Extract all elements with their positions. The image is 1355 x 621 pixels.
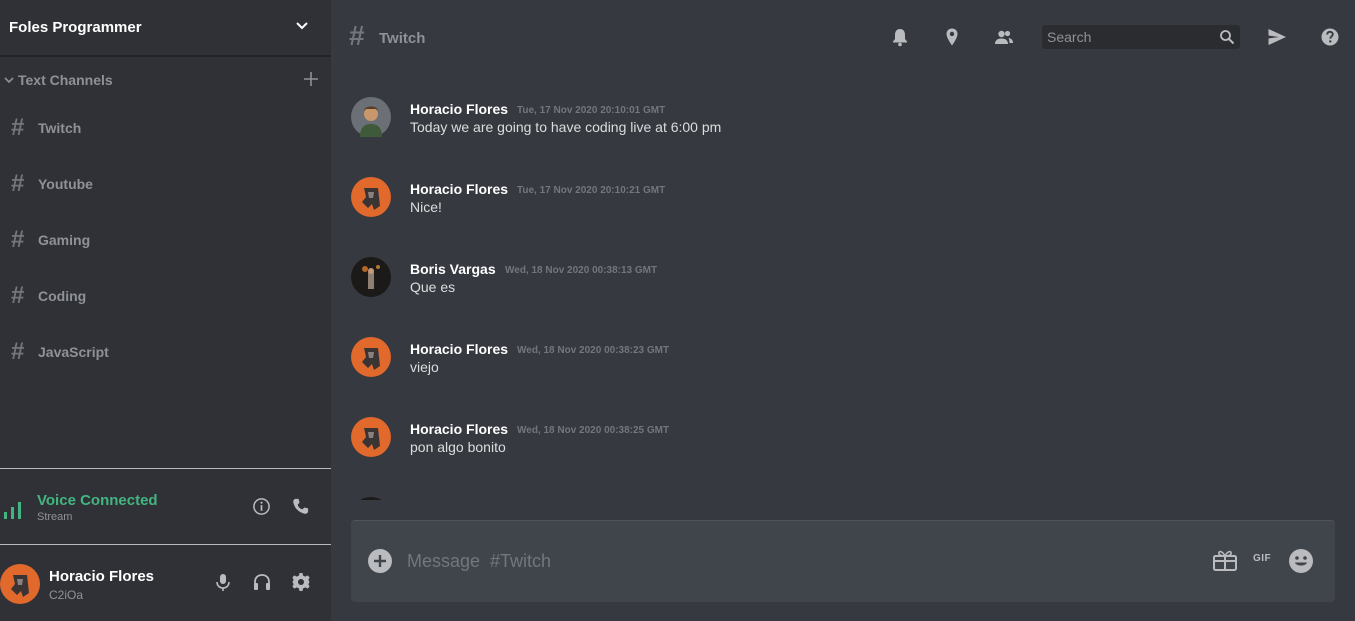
avatar[interactable] — [351, 337, 391, 377]
add-attachment-icon[interactable] — [367, 548, 393, 574]
hash-icon: # — [11, 282, 25, 309]
chat-area: # Twitch Search Horacio Flores Tue, 17 N… — [331, 0, 1355, 621]
bell-icon[interactable] — [890, 27, 910, 47]
channel-title: Twitch — [379, 30, 426, 47]
pin-icon[interactable] — [942, 27, 962, 47]
message-composer: GIF — [351, 520, 1335, 602]
microphone-icon[interactable] — [213, 572, 233, 592]
search-input[interactable] — [1042, 25, 1212, 49]
message-item: Horacio Flores Tue, 17 Nov 2020 20:10:01… — [351, 75, 1331, 137]
avatar[interactable] — [351, 97, 391, 137]
hash-icon: # — [11, 114, 25, 141]
chevron-down-icon — [4, 77, 14, 84]
username: Horacio Flores — [49, 568, 155, 585]
message-item: Horacio Flores Tue, 17 Nov 2020 20:10:21… — [351, 155, 1331, 217]
headphones-icon[interactable] — [252, 572, 272, 592]
channel-item-youtube[interactable]: # Youtube — [0, 164, 331, 204]
chevron-down-icon[interactable] — [295, 19, 309, 33]
message-text: Today we are going to have coding live a… — [410, 119, 722, 135]
voice-status-title: Voice Connected — [37, 492, 158, 509]
hash-icon: # — [349, 20, 365, 51]
phone-icon[interactable] — [291, 497, 310, 516]
gear-icon[interactable] — [291, 572, 311, 592]
signal-icon — [4, 502, 21, 519]
message-item — [351, 475, 1331, 500]
info-icon[interactable] — [252, 497, 271, 516]
channel-label: Coding — [38, 288, 87, 304]
message-input[interactable] — [407, 549, 1187, 573]
category-text-channels[interactable]: Text Channels — [0, 68, 331, 92]
user-tag: C2iOa — [49, 588, 84, 602]
help-icon[interactable] — [1320, 27, 1340, 47]
voice-channel-name[interactable]: Stream — [37, 511, 72, 523]
message-author[interactable]: Horacio Flores — [410, 101, 508, 117]
message-author[interactable]: Horacio Flores — [410, 341, 508, 357]
message-text: pon algo bonito — [410, 439, 506, 455]
voice-status-panel: Voice Connected Stream — [0, 468, 331, 545]
message-item: Boris Vargas Wed, 18 Nov 2020 00:38:13 G… — [351, 235, 1331, 297]
channel-label: Youtube — [38, 176, 93, 192]
server-name: Foles Programmer — [9, 19, 142, 36]
avatar[interactable] — [0, 564, 40, 604]
avatar[interactable] — [351, 177, 391, 217]
channel-item-gaming[interactable]: # Gaming — [0, 220, 331, 260]
channel-header: # Twitch — [331, 0, 1355, 75]
gift-icon[interactable] — [1212, 548, 1238, 572]
hash-icon: # — [11, 338, 25, 365]
server-header[interactable]: Foles Programmer — [0, 0, 331, 57]
message-timestamp: Wed, 18 Nov 2020 00:38:13 GMT — [505, 265, 658, 276]
emoji-icon[interactable] — [1288, 548, 1314, 574]
avatar[interactable] — [351, 497, 391, 500]
channel-label: Twitch — [38, 120, 82, 136]
message-item: Horacio Flores Wed, 18 Nov 2020 00:38:25… — [351, 395, 1331, 457]
message-timestamp: Tue, 17 Nov 2020 20:10:21 GMT — [517, 185, 666, 196]
hash-icon: # — [11, 170, 25, 197]
search-icon[interactable] — [1219, 29, 1235, 45]
message-author[interactable]: Boris Vargas — [410, 261, 496, 277]
avatar[interactable] — [351, 257, 391, 297]
hash-icon: # — [11, 226, 25, 253]
message-text: Que es — [410, 279, 456, 295]
avatar[interactable] — [351, 417, 391, 457]
plus-icon[interactable] — [303, 71, 319, 87]
members-icon[interactable] — [994, 27, 1014, 47]
message-list: Horacio Flores Tue, 17 Nov 2020 20:10:01… — [331, 75, 1355, 500]
send-icon[interactable] — [1267, 27, 1287, 47]
message-timestamp: Tue, 17 Nov 2020 20:10:01 GMT — [517, 105, 666, 116]
message-text: viejo — [410, 359, 439, 375]
message-timestamp: Wed, 18 Nov 2020 00:38:23 GMT — [517, 345, 670, 356]
message-author[interactable]: Horacio Flores — [410, 181, 508, 197]
message-text: Nice! — [410, 199, 442, 215]
channel-sidebar: Foles Programmer Text Channels # Twitch … — [0, 0, 331, 621]
message-timestamp: Wed, 18 Nov 2020 00:38:25 GMT — [517, 425, 670, 436]
channel-item-coding[interactable]: # Coding — [0, 276, 331, 316]
search-box — [1042, 25, 1240, 49]
channel-label: JavaScript — [38, 344, 109, 360]
channel-item-javascript[interactable]: # JavaScript — [0, 332, 331, 372]
message-item: Horacio Flores Wed, 18 Nov 2020 00:38:23… — [351, 315, 1331, 377]
message-author[interactable]: Horacio Flores — [410, 421, 508, 437]
category-label: Text Channels — [18, 72, 113, 88]
channel-item-twitch[interactable]: # Twitch — [0, 108, 331, 148]
user-panel: Horacio Flores C2iOa — [0, 545, 331, 621]
channel-label: Gaming — [38, 232, 91, 248]
gif-icon[interactable]: GIF — [1253, 553, 1271, 564]
